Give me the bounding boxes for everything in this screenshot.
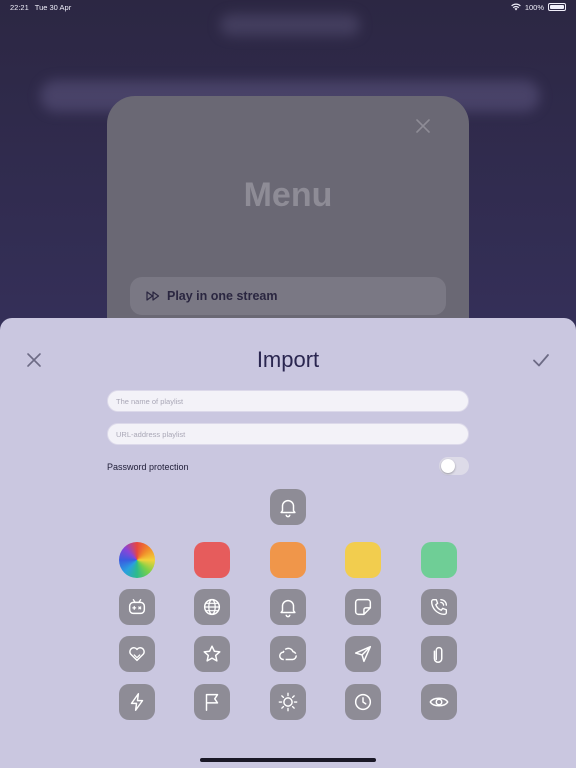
cloud-icon (279, 647, 297, 661)
icon-option-globe[interactable] (194, 589, 230, 625)
note-icon (354, 598, 372, 616)
gamepad-icon (128, 599, 146, 615)
bell-icon (280, 499, 296, 518)
background-blur-element (220, 14, 360, 36)
playlist-name-input[interactable] (107, 390, 469, 412)
icon-option-lightning[interactable] (119, 684, 155, 720)
color-swatch-yellow[interactable] (345, 542, 381, 578)
color-swatch-green[interactable] (421, 542, 457, 578)
status-date: Tue 30 Apr (34, 2, 72, 12)
play-in-one-stream-button[interactable]: Play in one stream (130, 277, 446, 315)
battery-icon (548, 3, 566, 11)
icon-option-cloud[interactable] (270, 636, 306, 672)
menu-close-icon[interactable] (415, 118, 431, 134)
icon-option-flag[interactable] (194, 684, 230, 720)
star-icon (203, 645, 221, 662)
icon-option-note[interactable] (345, 589, 381, 625)
flag-icon (205, 693, 219, 711)
bell-icon (280, 599, 296, 618)
import-sheet: Import Password protection (0, 318, 576, 768)
status-bar: 22:21 Tue 30 Apr 100% (0, 0, 576, 14)
checkmark-icon[interactable] (532, 352, 550, 368)
paperclip-icon (433, 646, 443, 663)
wifi-icon (511, 3, 521, 11)
playlist-url-input[interactable] (107, 423, 469, 445)
sun-icon (278, 692, 298, 712)
lightning-icon (130, 693, 144, 711)
globe-icon (203, 598, 221, 616)
home-indicator (200, 758, 376, 762)
phone-icon (430, 598, 448, 616)
import-title: Import (256, 347, 320, 372)
icon-option-star[interactable] (194, 636, 230, 672)
selected-icon-preview (270, 489, 306, 525)
icon-option-phone[interactable] (421, 589, 457, 625)
color-swatch-orange[interactable] (270, 542, 306, 578)
icon-option-hearts[interactable] (119, 636, 155, 672)
icon-option-paperclip[interactable] (421, 636, 457, 672)
battery-percent: 100% (524, 2, 544, 12)
password-protection-label: Password protection (107, 462, 189, 472)
icon-option-gamepad[interactable] (119, 589, 155, 625)
play-in-one-stream-label: Play in one stream (167, 289, 278, 303)
status-time: 22:21 (10, 2, 29, 12)
icon-option-eye[interactable] (421, 684, 457, 720)
fast-forward-icon (146, 291, 160, 301)
icon-option-sun[interactable] (270, 684, 306, 720)
password-protection-toggle[interactable] (439, 457, 469, 475)
icon-option-bell[interactable] (270, 589, 306, 625)
eye-icon (429, 697, 449, 707)
color-picker-wheel[interactable] (119, 542, 155, 578)
icon-option-clock[interactable] (345, 684, 381, 720)
color-swatch-red[interactable] (194, 542, 230, 578)
hearts-icon (129, 647, 145, 662)
menu-title: Menu (243, 176, 333, 214)
clock-icon (354, 693, 372, 711)
send-icon (354, 645, 372, 663)
icon-option-send[interactable] (345, 636, 381, 672)
